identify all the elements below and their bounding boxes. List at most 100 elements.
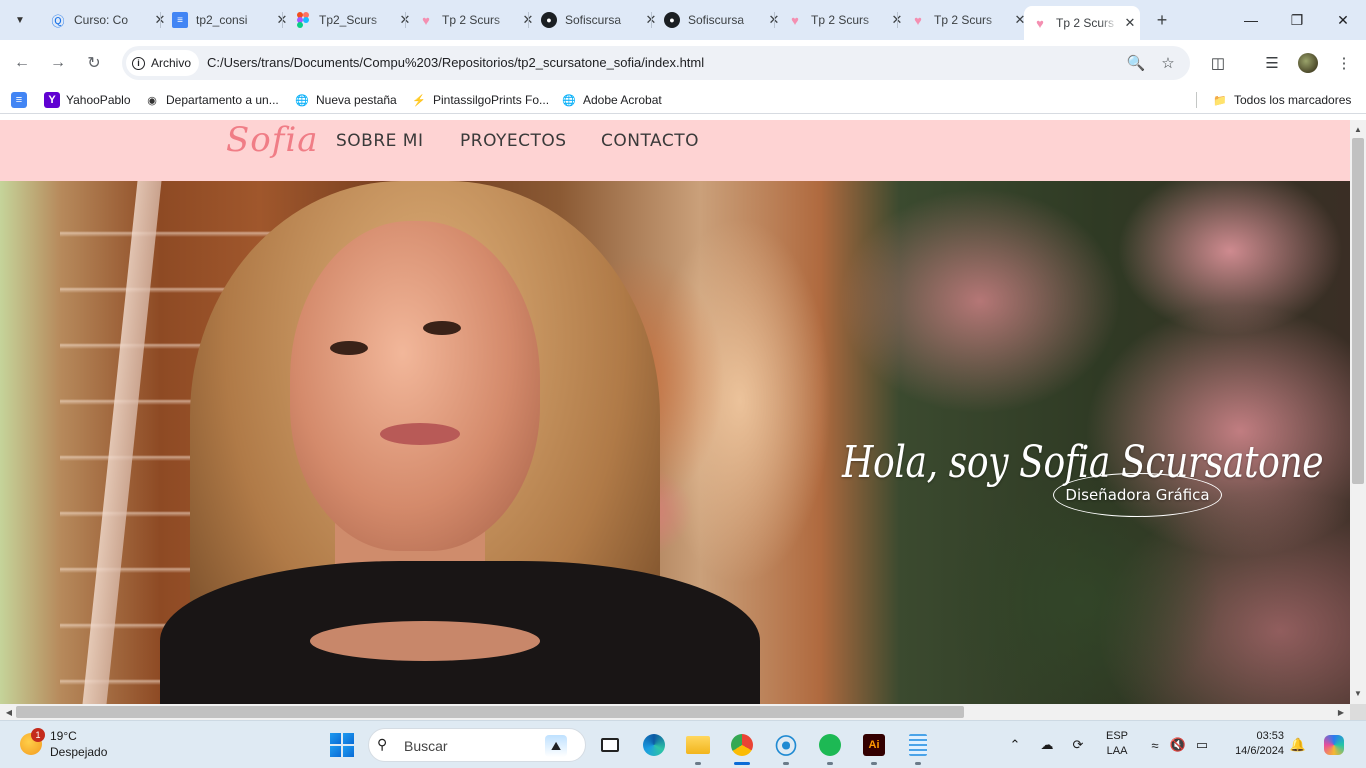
folder-icon: 📁 [1213,94,1227,107]
volume-button[interactable]: 🔇 [1168,735,1188,755]
scroll-up-arrow-icon[interactable]: ▲ [1350,122,1366,136]
start-button[interactable] [330,733,354,757]
horizontal-scroll-thumb[interactable] [16,706,964,718]
minimize-button[interactable]: — [1239,8,1263,32]
task-view-button[interactable] [596,731,624,759]
bookmark-adobe-acrobat[interactable]: 🌐 Adobe Acrobat [561,91,662,109]
bookmark-pintassilgo[interactable]: ⚡ PintassilgoPrints Fo... [411,91,549,109]
tab-divider [160,12,161,28]
hero-photo-eye [423,321,461,335]
pink-heart-icon: ♥ [1036,15,1044,31]
bookmark-docs[interactable]: ≡ [11,91,27,109]
site-info-label: Archivo [151,56,192,70]
hero-role-badge: Diseñadora Gráfica [1053,473,1222,517]
file-explorer-app[interactable] [684,731,712,765]
notepad-app[interactable] [904,731,932,765]
bookmark-departamento[interactable]: ◉ Departamento a un... [144,91,279,109]
scroll-right-arrow-icon[interactable]: ▶ [1334,704,1348,720]
restore-button[interactable]: ❐ [1285,8,1309,32]
globe-icon: 🌐 [295,94,309,107]
bookmarks-divider [1196,92,1197,108]
bookmark-label: Adobe Acrobat [583,93,662,107]
forward-button[interactable]: → [46,51,70,75]
back-button[interactable]: ← [10,51,34,75]
search-highlight-icon: ⛰ [545,735,567,757]
site-info-chip[interactable]: i Archivo [126,50,200,76]
scroll-down-arrow-icon[interactable]: ▼ [1350,686,1366,700]
site-logo[interactable]: Sofia [226,120,319,160]
taskbar-search[interactable]: ⚲ Buscar ⛰ [368,728,586,762]
bookmark-label: Nueva pestaña [316,93,397,107]
bookmark-label: PintassilgoPrints Fo... [433,93,550,107]
sync-button[interactable]: ⟳ [1068,735,1088,755]
task-view-icon [601,738,619,752]
chrome-app[interactable] [728,731,756,765]
tab-6[interactable]: ● Sofiscursa ✕ [656,6,782,34]
nav-link-proyectos[interactable]: PROYECTOS [460,131,567,151]
media-controls-button[interactable]: ☰ [1260,51,1284,75]
running-indicator [871,762,877,765]
address-bar[interactable]: i Archivo C:/Users/trans/Documents/Compu… [122,46,1190,80]
figma-icon [295,12,311,28]
weather-description: Despejado [50,745,108,759]
edge-app[interactable] [640,731,668,759]
all-bookmarks-button[interactable]: 📁 Todos los marcadores [1212,91,1351,109]
illustrator-app[interactable]: Ai [860,731,888,765]
close-window-button[interactable]: ✕ [1331,8,1355,32]
hero-photo-eye [330,341,368,355]
vertical-scroll-thumb[interactable] [1352,138,1364,484]
tab-divider [405,12,406,28]
onedrive-button[interactable]: ☁ [1037,735,1057,755]
bookmarks-bar: ≡ Y YahooPablo ◉ Departamento a un... 🌐 … [0,86,1366,114]
tab-title: Tp 2 Scurs [811,13,870,27]
menu-button[interactable]: ⋮ [1332,51,1356,75]
extensions-button[interactable]: ◫ [1206,51,1230,75]
tab-7[interactable]: ♥ Tp 2 Scurs ✕ [779,6,905,34]
tab-4[interactable]: ♥ Tp 2 Scurs ✕ [410,6,536,34]
url-text[interactable]: C:/Users/trans/Documents/Compu%203/Repos… [207,55,704,70]
notepad-icon [909,734,927,756]
hero-section: Hola, soy Sofia Scursatone Diseñadora Gr… [0,181,1350,704]
reload-button[interactable]: ↻ [82,51,106,75]
tab-search-button[interactable]: ▼ [8,8,32,32]
new-tab-button[interactable]: + [1150,8,1174,32]
edge-icon [643,734,665,756]
system-clock[interactable]: 03:53 14/6/2024 [1224,729,1284,759]
show-hidden-icons-button[interactable]: ⌃ [1005,735,1025,755]
reload-icon: ↻ [87,55,101,72]
horizontal-scrollbar[interactable]: ◀ ▶ [0,704,1350,720]
chrome-icon [731,734,753,756]
tab-3[interactable]: Tp2_Scurs ✕ [287,6,413,34]
bookmark-yahoopablo[interactable]: Y YahooPablo [44,91,131,109]
running-indicator [783,762,789,765]
tab-1[interactable]: Ⓠ Curso: Co ✕ [42,6,168,34]
vscode-app[interactable]: ⦿ [772,731,800,765]
tab-9-active[interactable]: ♥ Tp 2 Scurs ✕ [1024,6,1140,40]
bolt-icon: ⚡ [412,94,426,107]
vertical-scrollbar[interactable]: ▲ ▼ [1350,120,1366,704]
tab-title: tp2_consi [196,13,248,27]
zoom-button[interactable]: 🔍 [1124,51,1148,75]
all-bookmarks-label: Todos los marcadores [1234,93,1352,107]
bookmark-star-button[interactable]: ☆ [1156,51,1180,75]
nav-link-sobre-mi[interactable]: SOBRE MI [336,131,423,151]
tab-title: Tp 2 Scurs [934,13,993,27]
wifi-button[interactable]: ≈ [1145,735,1165,755]
scroll-left-arrow-icon[interactable]: ◀ [2,704,16,720]
nav-link-contacto[interactable]: CONTACTO [601,131,699,151]
tab-2[interactable]: ≡ tp2_consi ✕ [164,6,290,34]
chevron-up-icon: ⌃ [1009,737,1021,752]
tab-8[interactable]: ♥ Tp 2 Scurs ✕ [902,6,1028,34]
notifications-button[interactable]: 🔔 [1288,735,1308,755]
tab-5[interactable]: ● Sofiscursa ✕ [533,6,659,34]
language-indicator[interactable]: ESP LAA [1106,729,1128,759]
spotify-app[interactable] [816,731,844,765]
profile-avatar[interactable] [1298,53,1318,73]
airbnb-icon: ◉ [147,94,157,107]
weather-temperature: 19°C [50,729,77,743]
battery-button[interactable]: ▭ [1192,735,1212,755]
running-indicator [827,762,833,765]
bookmark-nueva-pestana[interactable]: 🌐 Nueva pestaña [294,91,397,109]
copilot-button[interactable] [1322,735,1346,755]
close-icon[interactable]: ✕ [1122,15,1138,31]
